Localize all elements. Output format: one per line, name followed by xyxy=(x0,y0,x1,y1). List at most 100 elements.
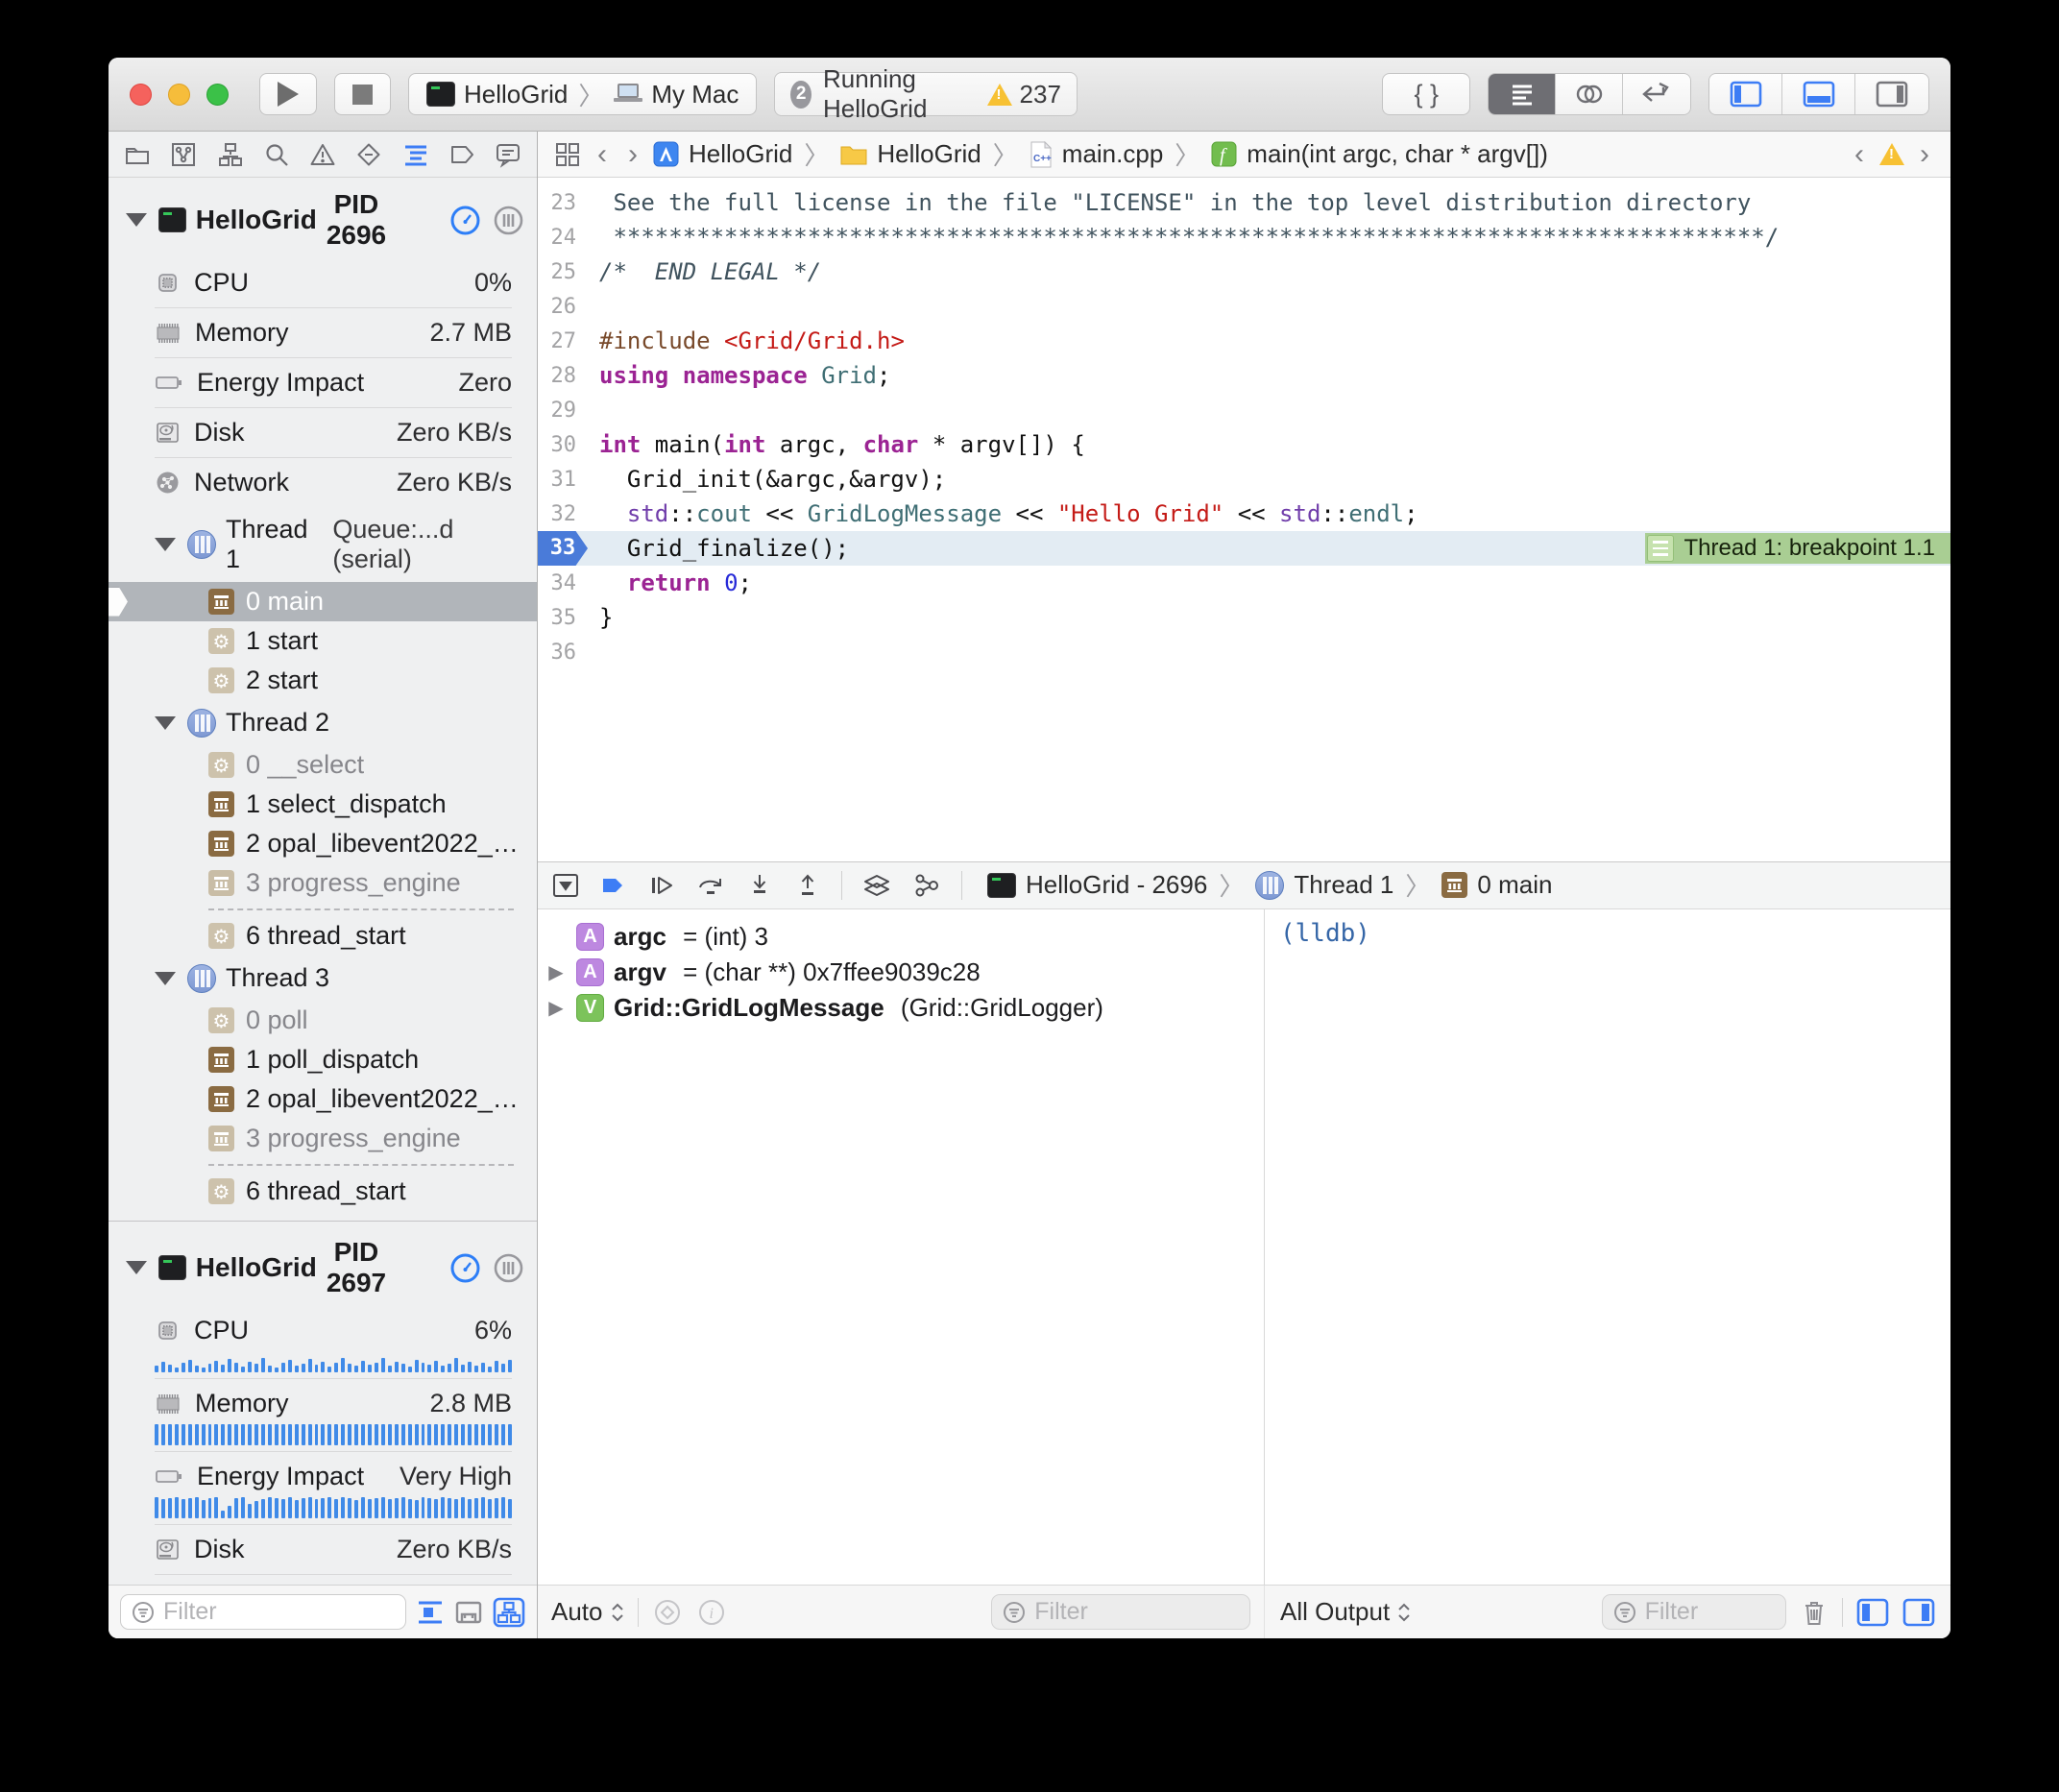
gauge-row-memory[interactable]: Memory2.7 MB xyxy=(109,308,537,357)
console-view[interactable]: (lldb) xyxy=(1265,909,1950,1586)
gauges-view-button[interactable] xyxy=(450,206,480,235)
stack-frame-row[interactable]: 3 progress_engine xyxy=(109,1119,537,1158)
stack-frame-row[interactable]: ⚙6 thread_start xyxy=(109,1172,537,1211)
jumpbar-crumb-symbol[interactable]: main(int argc, char * argv[]) xyxy=(1247,139,1548,169)
test-navigator-tab[interactable] xyxy=(355,141,382,168)
gauge-row-memory[interactable]: Memory2.8 MB xyxy=(109,1379,537,1428)
breadcrumb-thread[interactable]: Thread 1 xyxy=(1294,870,1393,900)
thread-row[interactable]: Thread 1Queue:...d (serial) xyxy=(109,507,537,582)
code-line[interactable]: 31 Grid_init(&argc,&argv); xyxy=(538,462,1950,496)
show-stack-frames-toggle[interactable] xyxy=(454,1599,483,1626)
code-line[interactable]: 29 xyxy=(538,393,1950,427)
stack-frame-row[interactable]: 3 progress_engine xyxy=(109,863,537,903)
standard-editor-button[interactable] xyxy=(1489,74,1556,114)
navigator-filter-field[interactable]: Filter xyxy=(120,1594,406,1630)
library-button[interactable]: { } xyxy=(1382,73,1470,115)
jumpbar-crumb-project[interactable]: HelloGrid xyxy=(689,139,792,169)
threads-view-button[interactable] xyxy=(494,206,523,235)
disclosure-triangle-icon[interactable] xyxy=(126,1261,147,1274)
code-line[interactable]: 28using namespace Grid; xyxy=(538,358,1950,393)
variables-scope-popup[interactable]: Auto xyxy=(551,1597,624,1627)
code-line[interactable]: 23 See the full license in the file "LIC… xyxy=(538,185,1950,220)
stop-button[interactable] xyxy=(334,73,391,115)
gauge-row-cpu[interactable]: CPU6% xyxy=(109,1306,537,1355)
breakpoint-navigator-tab[interactable] xyxy=(448,141,475,168)
close-window-button[interactable] xyxy=(130,84,152,106)
gauge-row-cpu[interactable]: CPU0% xyxy=(109,258,537,307)
stack-frame-row[interactable]: 1 poll_dispatch xyxy=(109,1040,537,1079)
threads-view-button[interactable] xyxy=(494,1253,523,1283)
gauge-row-network[interactable]: NetworkZero KB/s xyxy=(109,1575,537,1585)
clear-console-button[interactable] xyxy=(1800,1597,1829,1628)
thread-row[interactable]: Thread 3 xyxy=(109,956,537,1001)
gauge-row-energy[interactable]: Energy ImpactVery High xyxy=(109,1452,537,1501)
previous-issue-button[interactable]: ‹ xyxy=(1849,138,1870,171)
source-editor[interactable]: 23 See the full license in the file "LIC… xyxy=(538,178,1950,861)
code-line[interactable]: 33 Grid_finalize();Thread 1: breakpoint … xyxy=(538,531,1950,566)
hide-debug-area-button[interactable] xyxy=(551,871,580,900)
code-line[interactable]: 30int main(int argc, char * argv[]) { xyxy=(538,427,1950,462)
stack-frame-row[interactable]: ⚙2 start xyxy=(109,661,537,700)
symbol-navigator-tab[interactable] xyxy=(217,141,244,168)
activity-viewer[interactable]: 2 Running HelloGrid 237 xyxy=(774,72,1078,116)
run-button[interactable] xyxy=(259,73,317,115)
disclosure-triangle-icon[interactable] xyxy=(155,972,176,985)
breakpoints-toggle-button[interactable] xyxy=(599,871,628,900)
code-line[interactable]: 26 xyxy=(538,289,1950,324)
variable-row[interactable]: ▶Aargv = (char **) 0x7ffee9039c28 xyxy=(545,955,1256,990)
breadcrumb-frame[interactable]: 0 main xyxy=(1477,870,1552,900)
lldb-prompt[interactable]: (lldb) xyxy=(1265,909,1950,1586)
stack-frame-row[interactable]: ⚙0 poll xyxy=(109,1001,537,1040)
continue-button[interactable] xyxy=(647,871,676,900)
variables-filter-field[interactable]: Filter xyxy=(991,1594,1250,1630)
debug-memory-graph-button[interactable] xyxy=(911,871,942,900)
debug-view-hierarchy-button[interactable] xyxy=(861,871,892,900)
step-into-button[interactable] xyxy=(745,871,774,900)
disclosure-triangle-icon[interactable] xyxy=(126,213,147,227)
stack-frame-row[interactable]: 1 select_dispatch xyxy=(109,785,537,824)
gauge-row-energy[interactable]: Energy ImpactZero xyxy=(109,358,537,407)
code-line[interactable]: 27#include <Grid/Grid.h> xyxy=(538,324,1950,358)
stack-frame-row[interactable]: 0 main xyxy=(109,582,537,621)
assistant-editor-button[interactable] xyxy=(1556,74,1623,114)
code-line[interactable]: 36 xyxy=(538,635,1950,669)
disclosure-chevron-icon[interactable]: ▶ xyxy=(545,960,567,984)
toggle-debug-area-button[interactable] xyxy=(1782,74,1855,114)
go-back-button[interactable]: ‹ xyxy=(592,138,613,171)
source-control-tab[interactable] xyxy=(170,141,197,168)
breadcrumb-process[interactable]: HelloGrid - 2696 xyxy=(1026,870,1207,900)
debug-navigator-tab-selected[interactable] xyxy=(402,141,429,168)
stack-frame-row[interactable]: ⚙6 thread_start xyxy=(109,916,537,956)
code-line[interactable]: 35} xyxy=(538,600,1950,635)
stack-frame-row[interactable]: ⚙0 __select xyxy=(109,745,537,785)
code-line[interactable]: 32 std::cout << GridLogMessage << "Hello… xyxy=(538,496,1950,531)
toggle-navigator-button[interactable] xyxy=(1709,74,1782,114)
issue-navigator-tab[interactable] xyxy=(309,141,336,168)
go-forward-button[interactable]: › xyxy=(622,138,643,171)
step-out-button[interactable] xyxy=(793,871,822,900)
stack-frame-row[interactable]: ⚙1 start xyxy=(109,621,537,661)
project-navigator-tab[interactable] xyxy=(124,141,151,168)
version-editor-button[interactable] xyxy=(1623,74,1690,114)
scheme-selector[interactable]: HelloGrid 〉 My Mac xyxy=(408,73,757,115)
show-breakpoint-frames-toggle[interactable] xyxy=(416,1599,445,1626)
minimize-window-button[interactable] xyxy=(168,84,190,106)
code-line[interactable]: 25/* END LEGAL */ xyxy=(538,254,1950,289)
breakpoint-line-number-badge[interactable]: 33 xyxy=(538,531,588,566)
process-row[interactable]: HelloGrid PID 2697 xyxy=(109,1225,537,1306)
show-console-toggle[interactable] xyxy=(1902,1598,1935,1627)
step-over-button[interactable] xyxy=(695,871,726,900)
process-row[interactable]: HelloGrid PID 2696 xyxy=(109,178,537,258)
gauge-row-disk[interactable]: DiskZero KB/s xyxy=(109,408,537,457)
report-navigator-tab[interactable] xyxy=(495,141,521,168)
disclosure-triangle-icon[interactable] xyxy=(155,538,176,551)
show-variables-view-toggle[interactable] xyxy=(1856,1598,1889,1627)
gauges-view-button[interactable] xyxy=(450,1253,480,1283)
related-items-icon[interactable] xyxy=(553,140,582,169)
next-issue-button[interactable]: › xyxy=(1914,138,1935,171)
gauge-row-network[interactable]: NetworkZero KB/s xyxy=(109,458,537,507)
warning-counter[interactable]: 237 xyxy=(987,80,1061,109)
stack-frame-row[interactable]: 2 opal_libevent2022_ev… xyxy=(109,824,537,863)
code-line[interactable]: 34 return 0; xyxy=(538,566,1950,600)
view-process-hierarchy-toggle[interactable] xyxy=(493,1597,525,1628)
